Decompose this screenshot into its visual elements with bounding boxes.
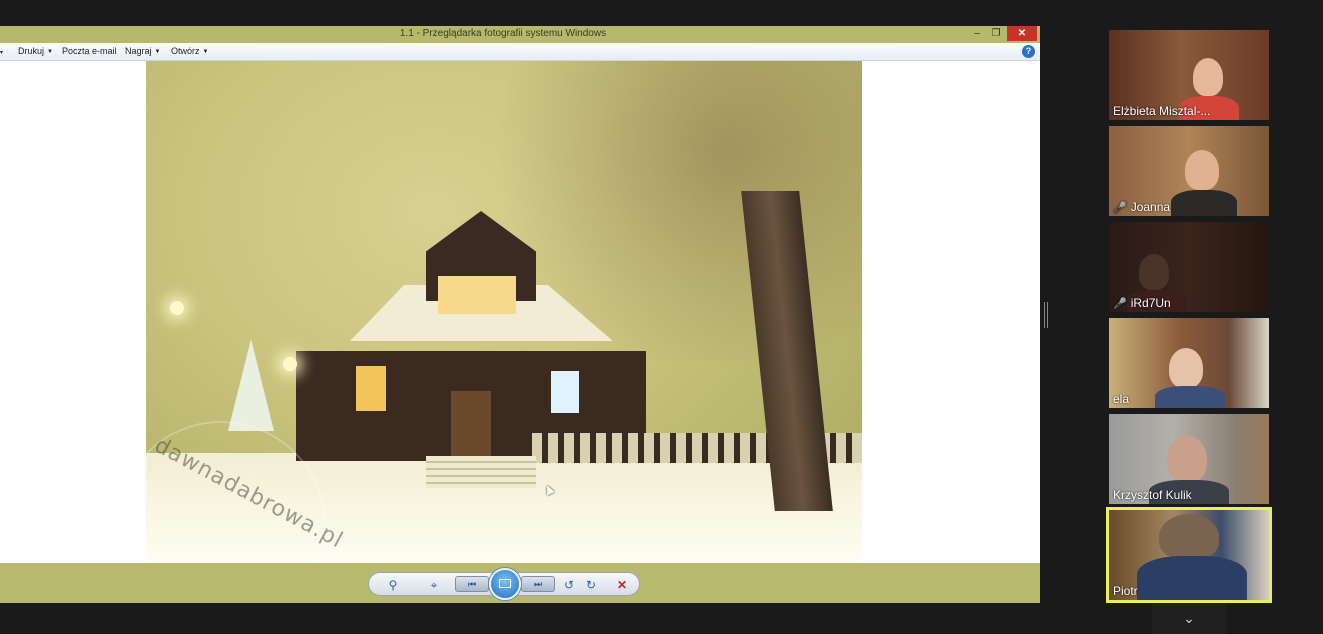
menu-nagraj[interactable]: Nagraj ▼ (125, 46, 160, 56)
menu-label: Drukuj (18, 46, 45, 56)
close-button[interactable]: ✕ (1007, 26, 1037, 41)
house-window (551, 371, 579, 413)
previous-button[interactable]: ⏮ (455, 576, 489, 592)
menu-label: Otwórz (171, 46, 200, 56)
menu-poczta[interactable]: Poczta e-mail (62, 46, 117, 56)
menu-label: Nagraj (125, 46, 152, 56)
participant-video (1185, 150, 1219, 190)
help-icon[interactable]: ? (1022, 45, 1035, 58)
slideshow-button[interactable] (489, 568, 521, 600)
participant-video (1193, 58, 1223, 96)
rotate-right-icon[interactable]: ↻ (581, 575, 601, 595)
chevron-down-icon: ⌄ (1183, 610, 1195, 626)
participant-name: Piotr (1113, 584, 1138, 598)
next-button[interactable]: ⏭ (521, 576, 555, 592)
winter-house-photo: dawnadabrowa.pl (146, 61, 862, 563)
participant-tile[interactable]: ela (1109, 318, 1269, 408)
participant-name: 🎤 Joanna (1113, 200, 1170, 214)
participant-tile[interactable]: Krzysztof Kulik (1109, 414, 1269, 504)
menu-otworz[interactable]: Otwórz ▼ (171, 46, 208, 56)
house-door (451, 391, 491, 461)
menu-label: Poczta e-mail (62, 46, 117, 56)
chevron-down-icon: ▼ (202, 49, 209, 55)
tower-window (438, 276, 516, 314)
chevron-down-icon: ▼ (154, 49, 161, 55)
panel-resize-handle[interactable] (1044, 302, 1048, 328)
window-title: 1.1 - Przeglądarka fotografii systemu Wi… (399, 28, 607, 39)
maximize-button[interactable]: ❐ (988, 26, 1004, 41)
menu-bar: ▾ Drukuj ▼ Poczta e-mail Nagraj ▼ Otwórz ▼ … (0, 43, 1040, 61)
gallery-scroll-down-button[interactable]: ⌄ (1152, 603, 1226, 634)
participant-tile[interactable]: 🎤 iRd7Un (1109, 222, 1269, 312)
pine-tree (228, 339, 274, 431)
window-titlebar: 1.1 - Przeglądarka fotografii systemu Wi… (0, 26, 1040, 43)
porch-lamp (283, 357, 297, 371)
participant-tile-active-speaker[interactable]: Piotr (1106, 507, 1272, 603)
participant-video (1155, 386, 1225, 408)
participant-name: Krzysztof Kulik (1113, 488, 1192, 502)
street-lamp (170, 301, 184, 315)
participant-video (1169, 348, 1203, 388)
participant-video (1139, 254, 1169, 290)
participant-video (1159, 514, 1219, 560)
toolbar-controls: ⚲ ⌖ ⏮ ⏭ ↺ ↻ ✕ (368, 568, 640, 600)
image-canvas: dawnadabrowa.pl (0, 61, 1040, 563)
slideshow-icon (499, 579, 511, 588)
participant-name-text: Joanna (1130, 200, 1171, 214)
participant-tile[interactable]: 🎤 Joanna (1109, 126, 1269, 216)
participant-video (1137, 556, 1247, 600)
actual-size-icon[interactable]: ⌖ (424, 575, 444, 595)
snowy-stairs (426, 456, 536, 488)
participant-video (1167, 436, 1207, 482)
viewer-toolbar: ⚲ ⌖ ⏮ ⏭ ↺ ↻ ✕ (0, 563, 1040, 603)
participant-tile[interactable]: Elżbieta Misztal-... (1109, 30, 1269, 120)
zoom-icon[interactable]: ⚲ (383, 575, 403, 595)
chevron-down-icon: ▼ (47, 49, 53, 55)
shared-screen-photo-viewer: 1.1 - Przeglądarka fotografii systemu Wi… (0, 26, 1040, 603)
participant-name-text: iRd7Un (1130, 296, 1171, 310)
delete-icon[interactable]: ✕ (612, 575, 632, 595)
menu-print[interactable]: ▾ (0, 46, 3, 56)
mic-muted-icon: 🎤 (1113, 202, 1127, 214)
mic-muted-icon: 🎤 (1113, 298, 1127, 310)
rotate-left-icon[interactable]: ↺ (559, 575, 579, 595)
participant-name: 🎤 iRd7Un (1113, 296, 1171, 310)
participant-name: Elżbieta Misztal-... (1113, 104, 1211, 118)
participant-video (1171, 190, 1237, 216)
minimize-button[interactable]: – (969, 26, 985, 41)
house-window (356, 366, 386, 411)
menu-drukuj[interactable]: Drukuj ▼ (18, 46, 53, 56)
participant-name: ela (1113, 392, 1130, 406)
